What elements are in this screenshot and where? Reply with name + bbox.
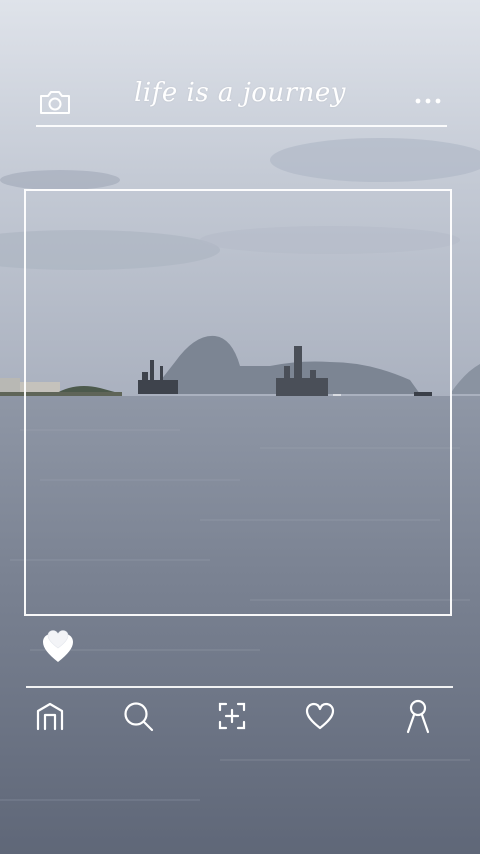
heart-icon[interactable] xyxy=(40,626,76,666)
nav-add-photo[interactable] xyxy=(212,694,252,738)
top-divider xyxy=(36,125,447,127)
bottom-divider xyxy=(26,686,453,688)
home-icon xyxy=(36,702,64,731)
page-title: life is a journey xyxy=(134,78,346,108)
nav-home[interactable] xyxy=(30,694,70,738)
bottom-nav xyxy=(0,694,480,740)
nav-profile[interactable] xyxy=(398,694,438,738)
more-dots-icon[interactable] xyxy=(412,92,444,110)
camera-icon[interactable] xyxy=(38,88,72,116)
app-overlay: life is a journey xyxy=(0,0,480,854)
search-icon xyxy=(124,702,154,732)
favorites-heart-icon xyxy=(305,702,335,730)
nav-favorites[interactable] xyxy=(300,694,340,738)
photo-frame[interactable] xyxy=(24,189,452,616)
nav-search[interactable] xyxy=(118,694,158,738)
profile-icon xyxy=(406,699,430,734)
add-photo-icon xyxy=(218,702,246,730)
